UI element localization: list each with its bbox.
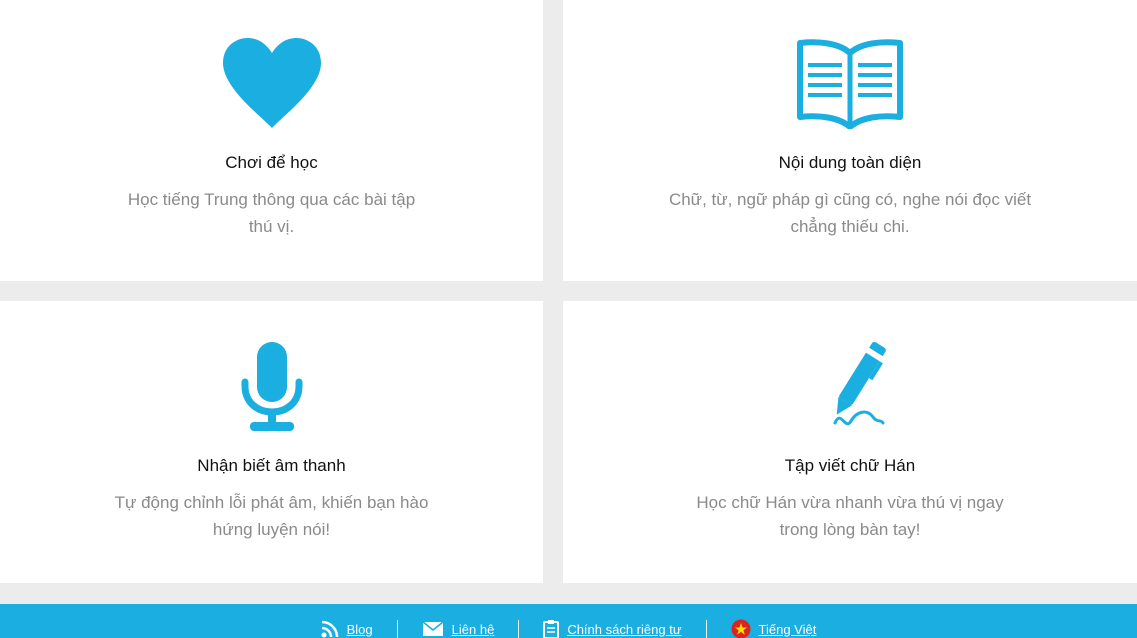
feature-description: Chữ, từ, ngữ pháp gì cũng có, nghe nói đ… (668, 190, 1032, 236)
footer-link-label: Tiếng Việt (758, 621, 817, 637)
microphone-icon (241, 342, 302, 431)
footer: Blog Liên hệ Chính sách riêng tư Tiếng V… (0, 604, 1137, 638)
clipboard-icon (543, 620, 560, 638)
open-book-icon (797, 39, 903, 129)
feature-description: Học chữ Hán vừa nhanh vừa thú vị ngay tr… (696, 493, 1004, 539)
footer-link-language[interactable]: Tiếng Việt (707, 618, 841, 638)
footer-nav: Blog Liên hệ Chính sách riêng tư Tiếng V… (0, 618, 1137, 638)
vietnam-flag-icon (731, 619, 751, 638)
footer-divider (518, 620, 520, 638)
footer-link-contact[interactable]: Liên hệ (398, 618, 519, 638)
feature-title: Tập viết chữ Hán (784, 456, 916, 475)
mail-icon (422, 621, 444, 636)
feature-card-play-to-learn: Chơi để học Học tiếng Trung thông qua cá… (0, 0, 543, 281)
feature-description: Tự động chỉnh lỗi phát âm, khiến bạn hào… (114, 493, 429, 539)
footer-link-privacy-policy[interactable]: Chính sách riêng tư (519, 618, 705, 638)
feature-card-comprehensive-content: Nội dung toàn diện Chữ, từ, ngữ pháp gì … (563, 0, 1137, 281)
heart-icon (222, 38, 321, 128)
feature-title: Chơi để học (225, 153, 318, 172)
feature-card-sound-recognition: Nhận biết âm thanh Tự động chỉnh lỗi phá… (0, 301, 543, 583)
feature-card-chinese-writing: Tập viết chữ Hán Học chữ Hán vừa nhanh v… (563, 301, 1137, 583)
footer-link-label: Blog (346, 621, 373, 637)
feature-description: Học tiếng Trung thông qua các bài tập th… (127, 190, 416, 236)
footer-link-label: Chính sách riêng tư (567, 621, 682, 637)
pen-icon (833, 341, 886, 426)
footer-link-blog[interactable]: Blog (297, 618, 397, 638)
features-page: Chơi để học Học tiếng Trung thông qua cá… (0, 0, 1137, 638)
footer-link-label: Liên hệ (451, 621, 495, 637)
feature-title: Nội dung toàn diện (778, 153, 922, 172)
rss-icon (321, 620, 338, 638)
feature-title: Nhận biết âm thanh (197, 456, 346, 475)
footer-divider (396, 620, 398, 638)
footer-divider (705, 620, 707, 638)
